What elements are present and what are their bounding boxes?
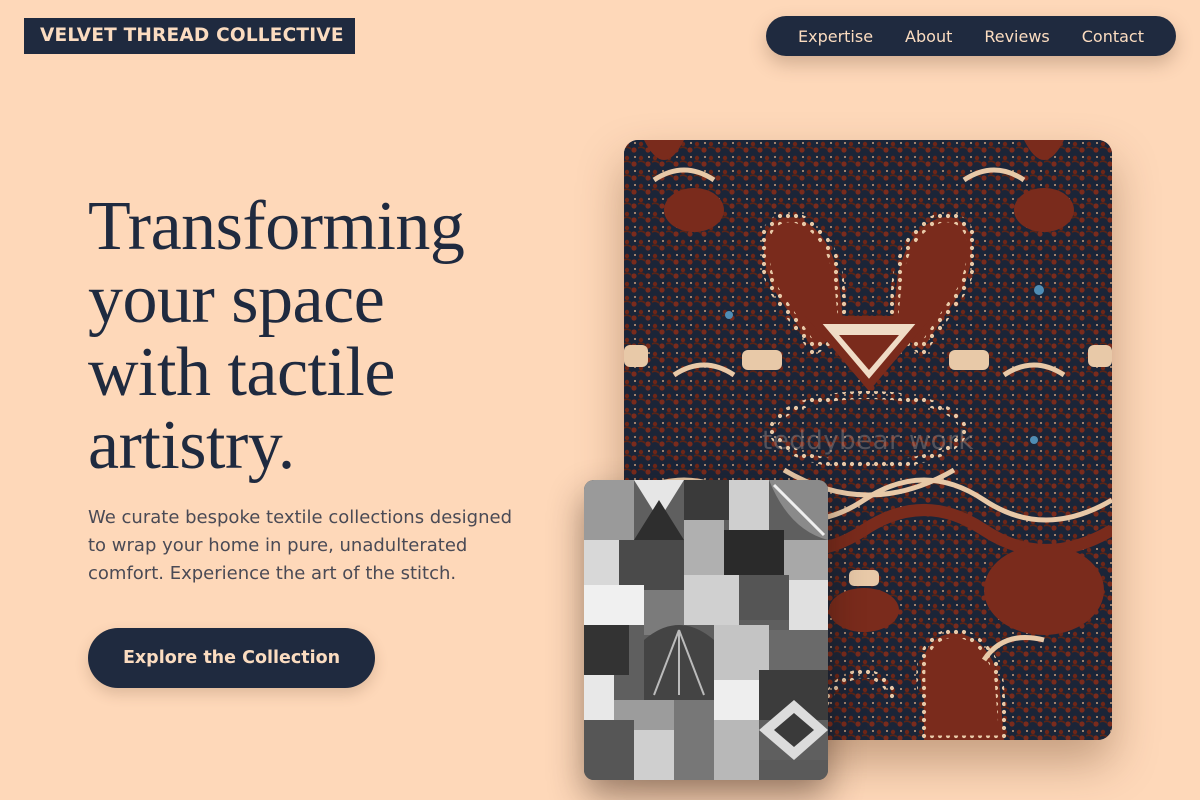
quilt-image xyxy=(584,480,828,780)
main-nav: Expertise About Reviews Contact xyxy=(766,16,1176,56)
hero-subtext: We curate bespoke textile collections de… xyxy=(88,504,578,588)
image-watermark: teddybear work xyxy=(762,426,974,456)
headline-line: your space xyxy=(88,261,385,338)
hero-headline: Transforming your space with tactile art… xyxy=(88,190,568,482)
nav-link-reviews[interactable]: Reviews xyxy=(984,27,1049,46)
subtext-line: comfort. Experience the art of the stitc… xyxy=(88,563,457,584)
headline-line: with tactile xyxy=(88,334,395,411)
headline-line: Transforming xyxy=(88,188,465,265)
headline-line: artistry. xyxy=(88,407,295,484)
nav-link-contact[interactable]: Contact xyxy=(1082,27,1144,46)
nav-link-expertise[interactable]: Expertise xyxy=(798,27,873,46)
nav-link-about[interactable]: About xyxy=(905,27,952,46)
brand-logo[interactable]: VELVET THREAD COLLECTIVE xyxy=(24,18,355,54)
subtext-line: to wrap your home in pure, unadulterated xyxy=(88,535,468,556)
subtext-line: We curate bespoke textile collections de… xyxy=(88,507,513,528)
explore-collection-button[interactable]: Explore the Collection xyxy=(88,628,375,688)
